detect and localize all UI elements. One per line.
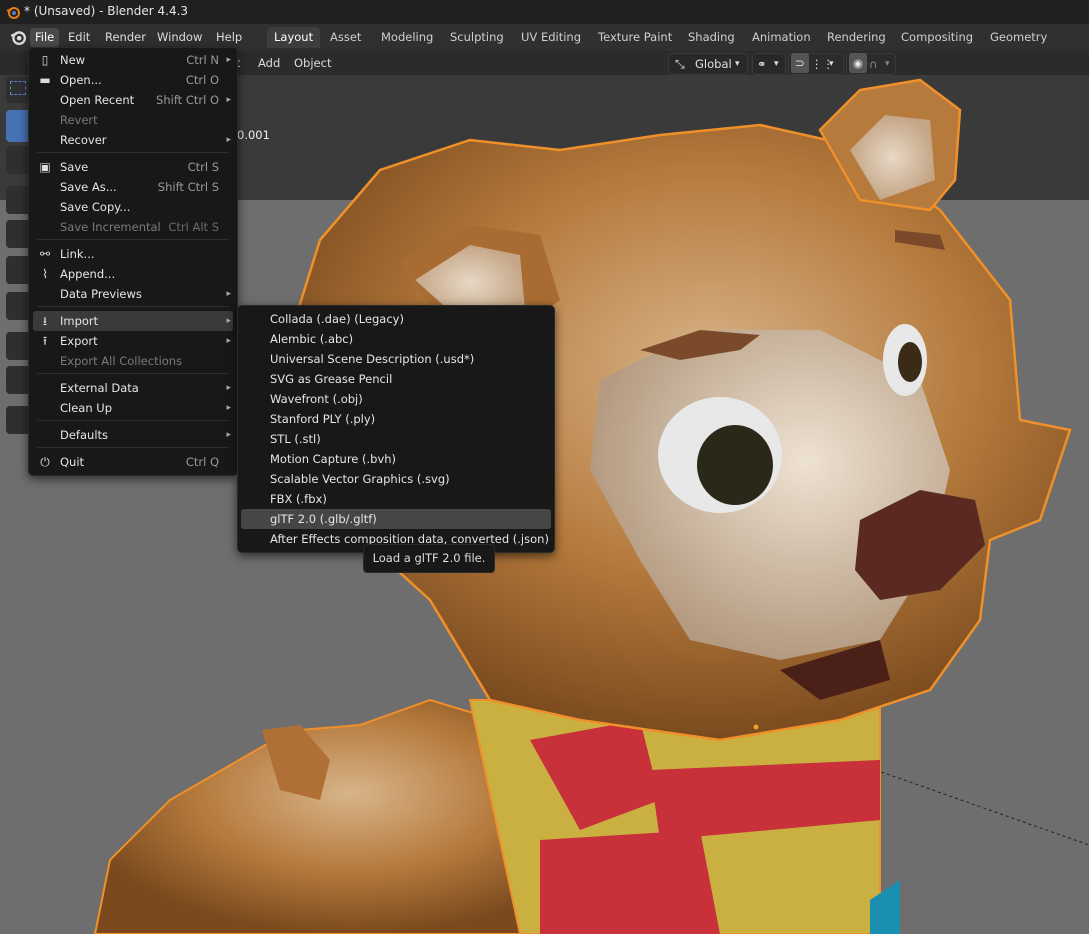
menu-item-recover[interactable]: Recover ▸ — [33, 130, 233, 150]
menu-item-new[interactable]: ▯ New Ctrl N ▸ — [33, 50, 233, 70]
select-box-icon — [10, 81, 26, 95]
chevron-down-icon: ▾ — [885, 59, 890, 69]
folder-icon: ▬ — [39, 73, 51, 87]
submenu-arrow-icon: ▸ — [226, 135, 231, 145]
tab-texture-paint[interactable]: Texture Paint — [591, 27, 679, 48]
import-icon: ⭳ — [42, 314, 48, 328]
import-stl[interactable]: STL (.stl) — [241, 429, 551, 449]
menu-item-defaults[interactable]: Defaults ▸ — [33, 425, 233, 445]
chevron-down-icon: ▾ — [829, 59, 834, 69]
import-collada[interactable]: Collada (.dae) (Legacy) — [241, 309, 551, 329]
tab-geometry-nodes[interactable]: Geometry Nodes — [983, 27, 1089, 65]
submenu-arrow-icon: ▸ — [226, 55, 231, 65]
tab-animation[interactable]: Animation — [745, 27, 818, 48]
menu-item-open[interactable]: ▬ Open... Ctrl O — [33, 70, 233, 90]
file-menu: ▯ New Ctrl N ▸ ▬ Open... Ctrl O Open Rec… — [28, 47, 238, 476]
import-scalable-vector-graphics[interactable]: Scalable Vector Graphics (.svg) — [241, 469, 551, 489]
tab-layout[interactable]: Layout — [267, 27, 321, 48]
submenu-arrow-icon: ▸ — [226, 316, 231, 326]
menu-item-export-all-collections: Export All Collections — [60, 354, 183, 368]
tab-modeling[interactable]: Modeling — [374, 27, 440, 48]
submenu-arrow-icon: ▸ — [226, 383, 231, 393]
menu-item-clean-up[interactable]: Clean Up ▸ — [33, 398, 233, 418]
menu-item-export[interactable]: ⭱ Export ▸ — [33, 331, 233, 351]
menu-separator — [37, 306, 229, 307]
menu-separator — [37, 447, 229, 448]
title-bar: * (Unsaved) - Blender 4.4.3 — [0, 0, 1089, 24]
window-title: * (Unsaved) - Blender 4.4.3 — [24, 4, 189, 18]
save-icon: ▣ — [39, 160, 51, 174]
orientation-axes-icon: ⤡ — [675, 57, 685, 71]
blender-menu-icon[interactable] — [10, 29, 26, 45]
menu-separator — [37, 239, 229, 240]
menu-item-save[interactable]: ▣ Save Ctrl S — [33, 157, 233, 177]
export-icon: ⭱ — [42, 334, 48, 348]
import-wavefront-obj[interactable]: Wavefront (.obj) — [241, 389, 551, 409]
operator-value-readout: 0.001 — [237, 128, 270, 142]
tab-shading[interactable]: Shading — [681, 27, 742, 48]
proportional-editing-controls[interactable]: ◉ ∩ ▾ — [846, 53, 896, 75]
blender-logo-icon — [6, 7, 20, 19]
tab-compositing[interactable]: Compositing — [894, 27, 980, 48]
transform-orientation-dropdown[interactable]: ⤡ Global ▾ — [668, 53, 748, 75]
link-icon: ⚯ — [39, 247, 51, 261]
import-fbx[interactable]: FBX (.fbx) — [241, 489, 551, 509]
menu-item-save-incremental: Save Incremental Ctrl Alt S — [60, 220, 219, 234]
menu-edit[interactable]: Edit — [63, 28, 95, 47]
new-file-icon: ▯ — [41, 53, 49, 67]
power-icon: ⏻ — [40, 455, 50, 469]
import-alembic[interactable]: Alembic (.abc) — [241, 329, 551, 349]
menu-item-save-copy[interactable]: Save Copy... — [33, 197, 233, 217]
menu-item-link[interactable]: ⚯ Link... — [33, 244, 233, 264]
tab-sculpting[interactable]: Sculpting — [443, 27, 511, 48]
falloff-curve-icon[interactable]: ∩ — [869, 54, 877, 74]
menu-item-data-previews[interactable]: Data Previews ▸ — [33, 284, 233, 304]
orientation-value: Global — [695, 57, 732, 71]
menu-item-open-recent[interactable]: Open Recent Shift Ctrl O ▸ — [33, 90, 233, 110]
import-stanford-ply[interactable]: Stanford PLY (.ply) — [241, 409, 551, 429]
menu-item-external-data[interactable]: External Data ▸ — [33, 378, 233, 398]
snap-magnet-icon[interactable]: ⊃ — [791, 53, 809, 73]
submenu-arrow-icon: ▸ — [226, 95, 231, 105]
menu-item-quit[interactable]: ⏻ Quit Ctrl Q — [33, 452, 233, 472]
import-submenu: Collada (.dae) (Legacy) Alembic (.abc) U… — [237, 305, 555, 553]
menu-window[interactable]: Window — [152, 28, 207, 47]
tab-uv-editing[interactable]: UV Editing — [514, 27, 588, 48]
menu-separator — [37, 420, 229, 421]
submenu-arrow-icon: ▸ — [226, 403, 231, 413]
import-usd[interactable]: Universal Scene Description (.usd*) — [241, 349, 551, 369]
menu-item-revert: Revert — [60, 113, 98, 127]
chevron-down-icon: ▾ — [774, 59, 779, 69]
header-add-menu[interactable]: Add — [254, 54, 284, 72]
menu-render[interactable]: Render — [100, 28, 151, 47]
paperclip-icon: ⌇ — [42, 267, 48, 281]
menu-help[interactable]: Help — [211, 28, 247, 47]
menu-separator — [37, 373, 229, 374]
tooltip: Load a glTF 2.0 file. — [363, 544, 495, 573]
snapping-controls[interactable]: ⊃ ⋮⋮ ▾ — [788, 53, 844, 75]
submenu-arrow-icon: ▸ — [226, 289, 231, 299]
header-object-menu[interactable]: Object — [290, 54, 335, 72]
submenu-arrow-icon: ▸ — [226, 336, 231, 346]
import-gltf[interactable]: glTF 2.0 (.glb/.gltf) — [241, 509, 551, 529]
menu-item-save-as[interactable]: Save As... Shift Ctrl S — [33, 177, 233, 197]
import-svg-grease-pencil[interactable]: SVG as Grease Pencil — [241, 369, 551, 389]
tab-rendering[interactable]: Rendering — [820, 27, 893, 48]
chevron-down-icon: ▾ — [735, 59, 740, 69]
pivot-icon: ⚭ — [757, 57, 767, 71]
submenu-arrow-icon: ▸ — [226, 430, 231, 440]
menu-separator — [37, 152, 229, 153]
menu-item-append[interactable]: ⌇ Append... — [33, 264, 233, 284]
import-motion-capture-bvh[interactable]: Motion Capture (.bvh) — [241, 449, 551, 469]
pivot-point-dropdown[interactable]: ⚭ ▾ — [752, 53, 786, 75]
tab-asset[interactable]: Asset — [323, 27, 368, 48]
menu-item-import[interactable]: ⭳ Import ▸ — [33, 311, 233, 331]
menu-file[interactable]: File — [30, 28, 60, 47]
proportional-edit-icon[interactable]: ◉ — [849, 53, 867, 73]
